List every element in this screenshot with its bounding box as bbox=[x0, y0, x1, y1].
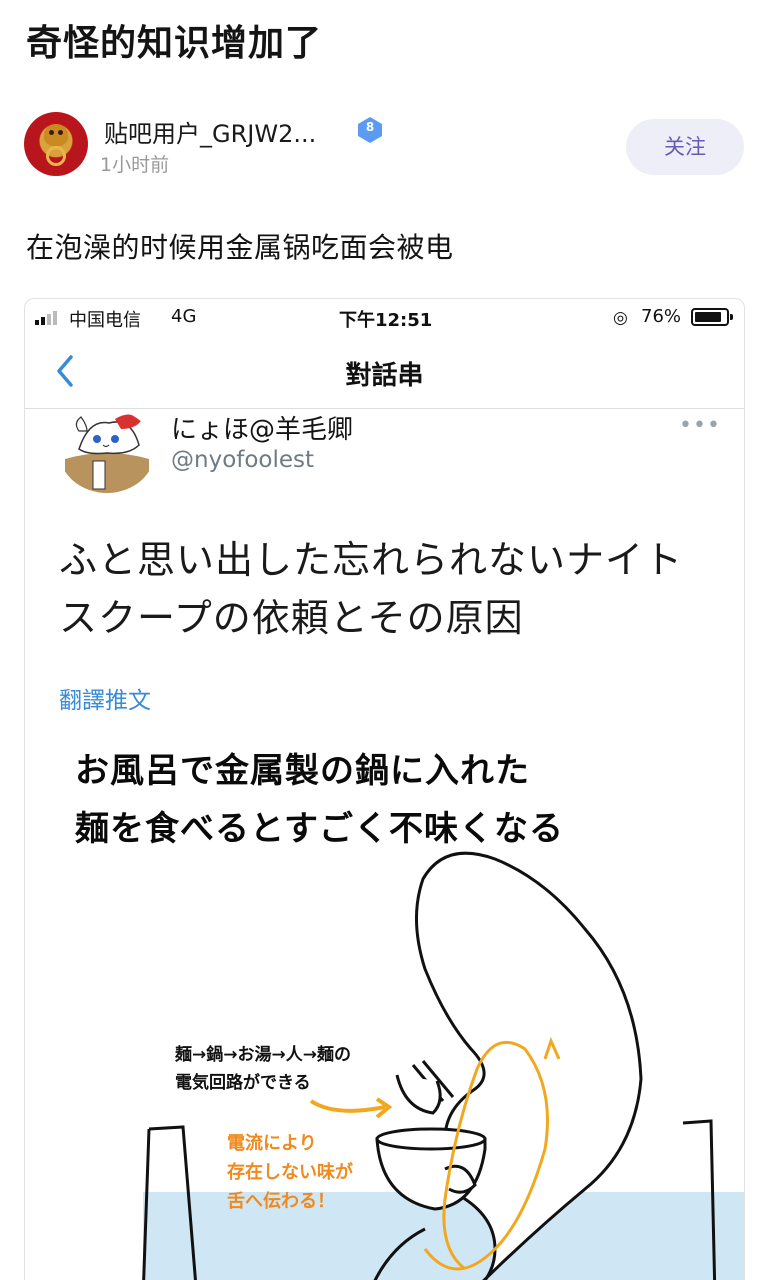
tweet-text-line: ふと思い出した忘れられないナイト bbox=[59, 538, 684, 582]
level-badge-icon: 8 bbox=[356, 116, 384, 144]
post-title: 奇怪的知识增加了 bbox=[26, 23, 323, 64]
comic-orange-line: 舌へ伝わる！ bbox=[227, 1191, 335, 1212]
nav-title: 對話串 bbox=[345, 361, 424, 391]
signal-icon bbox=[35, 311, 65, 325]
more-options-icon[interactable]: ••• bbox=[679, 413, 721, 438]
comic-orange-line: 電流により bbox=[227, 1133, 317, 1154]
post-body: 在泡澡的时候用金属锅吃面会被电 bbox=[26, 231, 454, 264]
comic-orange-note: 電流により 存在しない味が 舌へ伝わる！ bbox=[227, 1129, 353, 1216]
status-clock: 下午12:51 bbox=[339, 310, 433, 331]
comic-note-line: 麺→鍋→お湯→人→麺の bbox=[175, 1045, 351, 1065]
comic-note: 麺→鍋→お湯→人→麺の 電気回路ができる bbox=[175, 1041, 351, 1097]
translate-tweet-link[interactable]: 翻譯推文 bbox=[59, 681, 151, 715]
post-timestamp: 1小时前 bbox=[100, 154, 170, 176]
tweet-author-handle[interactable]: @nyofoolest bbox=[171, 447, 314, 473]
status-bar: 中国电信 4G 下午12:51 ◎ 76% bbox=[25, 299, 744, 337]
nav-bar: 對話串 bbox=[25, 337, 744, 409]
tweet-text-line: スクープの依頼とその原因 bbox=[59, 596, 524, 640]
battery-icon bbox=[691, 308, 733, 326]
carrier-label: 中国电信 bbox=[69, 310, 141, 331]
rotation-lock-icon: ◎ bbox=[613, 308, 628, 328]
embedded-screenshot[interactable]: 中国电信 4G 下午12:51 ◎ 76% 對話串 にょほ@羊毛卿 @nyofo… bbox=[24, 298, 745, 1280]
tweet-author-name[interactable]: にょほ@羊毛卿 bbox=[171, 409, 353, 446]
comic-orange-line: 存在しない味が bbox=[227, 1162, 353, 1183]
follow-button[interactable]: 关注 bbox=[626, 119, 744, 175]
lion-face bbox=[44, 124, 68, 146]
tweet-text: ふと思い出した忘れられないナイト スクープの依頼とその原因 bbox=[59, 531, 719, 647]
author-avatar[interactable] bbox=[24, 112, 88, 176]
battery-percent: 76% bbox=[641, 306, 682, 327]
comic-image: お風呂で金属製の鍋に入れた 麺を食べるとすごく不味くなる 麺→鍋→お湯→人→麺の… bbox=[25, 729, 744, 1280]
level-badge-value: 8 bbox=[365, 120, 375, 134]
comic-drawing bbox=[142, 851, 744, 1280]
network-label: 4G bbox=[171, 306, 197, 327]
tweet-avatar[interactable] bbox=[59, 409, 155, 493]
comic-note-line: 電気回路ができる bbox=[175, 1073, 311, 1093]
author-name[interactable]: 贴吧用户_GRJW2... bbox=[104, 114, 316, 149]
knocker-ring bbox=[46, 146, 66, 166]
